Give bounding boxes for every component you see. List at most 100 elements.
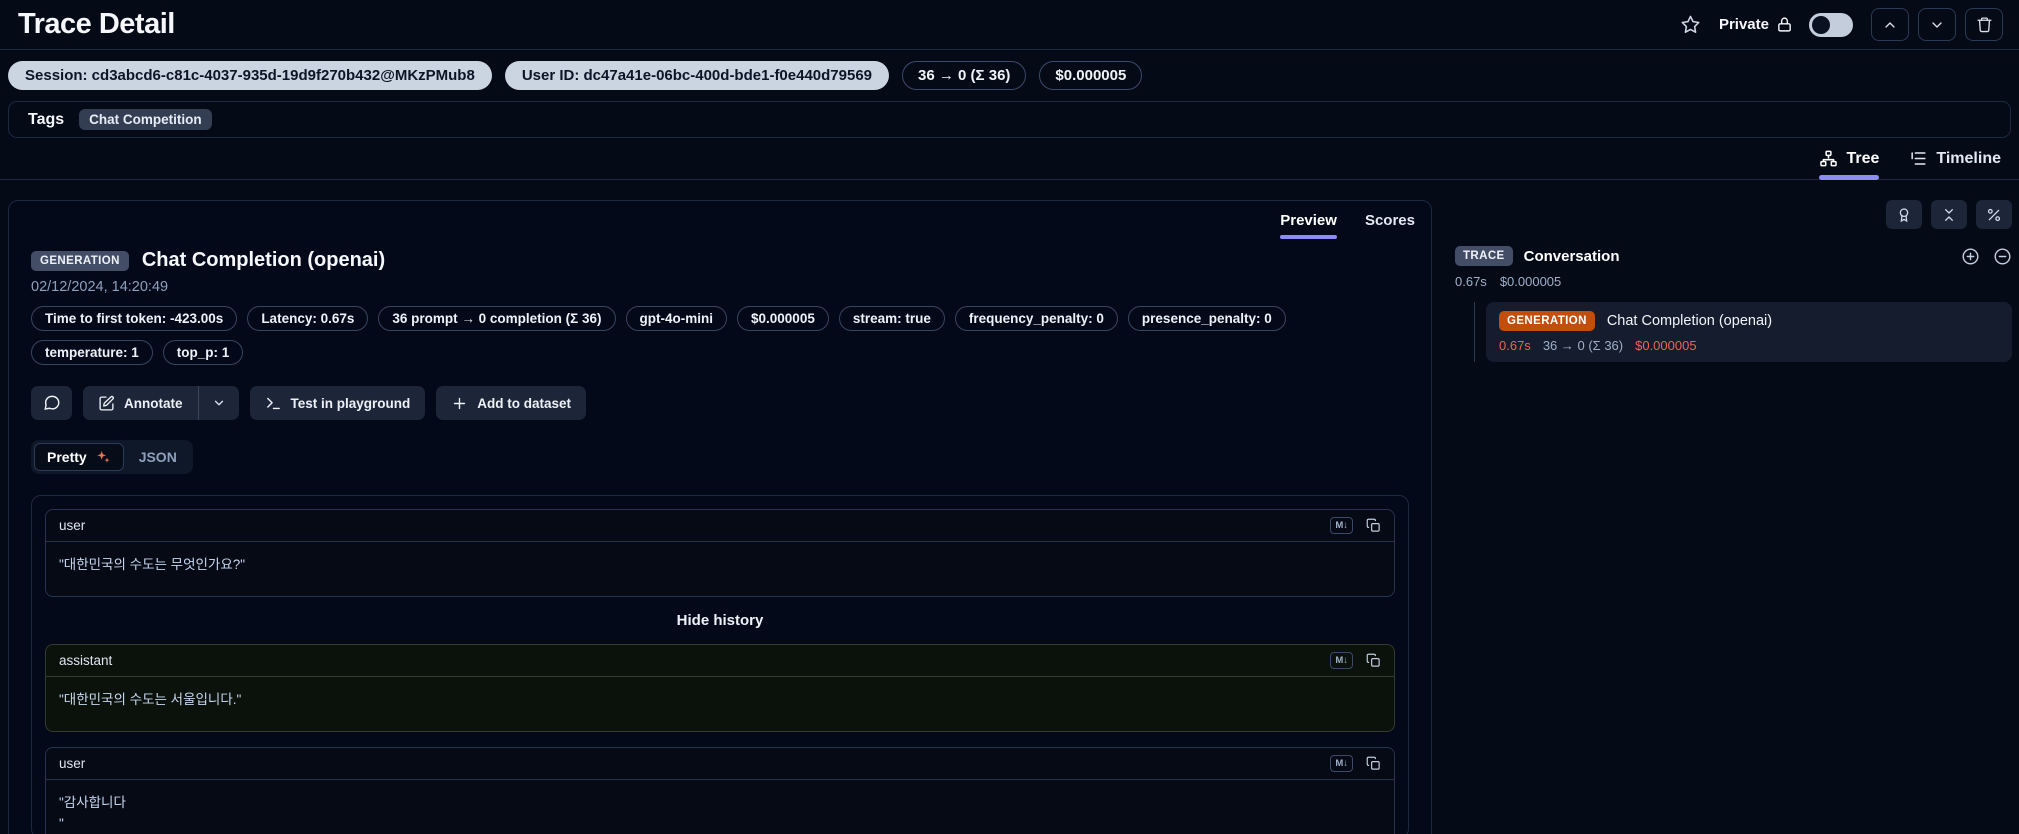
trace-title: Conversation bbox=[1523, 247, 1620, 265]
nav-button-group bbox=[1871, 8, 2003, 41]
privacy-label-group: Private bbox=[1719, 16, 1793, 33]
chevron-down-icon bbox=[1929, 17, 1945, 33]
observation-header: GENERATION Chat Completion (openai) 02/1… bbox=[9, 239, 1431, 365]
observation-panel: Preview Scores GENERATION Chat Completio… bbox=[8, 200, 1432, 834]
fold-vertical-icon bbox=[1941, 207, 1957, 223]
tree-children: GENERATION Chat Completion (openai) 0.67… bbox=[1455, 302, 2012, 362]
chevron-up-icon bbox=[1882, 17, 1898, 33]
tags-container: Tags Chat Competition bbox=[8, 101, 2011, 138]
annotate-dropdown-button[interactable] bbox=[199, 386, 239, 420]
expand-all-icon[interactable] bbox=[1961, 247, 1980, 266]
tree-item-title: Chat Completion (openai) bbox=[1606, 313, 1773, 329]
tab-timeline-label: Timeline bbox=[1936, 149, 2001, 167]
next-trace-button[interactable] bbox=[1918, 8, 1956, 41]
trace-root-row[interactable]: TRACE Conversation bbox=[1455, 246, 2012, 266]
show-scores-button[interactable] bbox=[1886, 200, 1922, 229]
copy-button[interactable] bbox=[1366, 653, 1381, 668]
tab-timeline[interactable]: Timeline bbox=[1909, 149, 2001, 179]
tab-tree-label: Tree bbox=[1846, 149, 1880, 167]
comments-button[interactable] bbox=[31, 386, 72, 420]
trace-cost: $0.000005 bbox=[1499, 274, 1562, 289]
percent-icon bbox=[1986, 207, 2002, 223]
comment-bubble-icon bbox=[43, 394, 61, 412]
trace-latency: 0.67s bbox=[1455, 274, 1487, 289]
copy-icon bbox=[1366, 653, 1381, 668]
public-sharing-toggle[interactable] bbox=[1809, 12, 1853, 37]
item-cost: $0.000005 bbox=[1635, 338, 1697, 353]
collapse-all-button[interactable] bbox=[1931, 200, 1967, 229]
messages-container: user M↓ "대한민국의 수도는 무엇인가요?" Hide history bbox=[31, 495, 1409, 834]
markdown-toggle-button[interactable]: M↓ bbox=[1330, 651, 1353, 669]
active-panel-tab-indicator bbox=[1280, 235, 1337, 239]
message-content: "감사합니다 " bbox=[59, 794, 126, 831]
tree-indent-rail bbox=[1474, 302, 1475, 362]
toggle-knob bbox=[1812, 15, 1830, 34]
tree-icon bbox=[1819, 149, 1838, 168]
add-to-dataset-label: Add to dataset bbox=[477, 395, 572, 411]
observation-actions: Annotate Test in playground Add to datas… bbox=[31, 386, 1409, 420]
metric-pill: top_p: 1 bbox=[162, 340, 244, 365]
markdown-toggle-button[interactable]: M↓ bbox=[1330, 517, 1353, 534]
format-toggle: Pretty JSON bbox=[31, 440, 193, 474]
message-content: "대한민국의 수도는 서울입니다." bbox=[59, 691, 242, 707]
tab-preview[interactable]: Preview bbox=[1280, 212, 1337, 239]
metric-pill: Latency: 0.67s bbox=[247, 306, 369, 331]
star-icon bbox=[1680, 14, 1701, 35]
annotate-split-button: Annotate bbox=[83, 386, 239, 420]
metric-pill: presence_penalty: 0 bbox=[1127, 306, 1286, 331]
terminal-icon bbox=[265, 395, 282, 412]
plus-icon bbox=[451, 395, 468, 412]
copy-button[interactable] bbox=[1366, 756, 1381, 771]
playground-label: Test in playground bbox=[290, 395, 411, 411]
sparkles-icon bbox=[95, 449, 111, 465]
copy-icon bbox=[1366, 756, 1381, 771]
show-metrics-button[interactable] bbox=[1976, 200, 2012, 229]
item-tokens: 36 → 0 (Σ 36) bbox=[1542, 338, 1624, 353]
bookmark-star-button[interactable] bbox=[1676, 10, 1705, 39]
annotate-button[interactable]: Annotate bbox=[83, 386, 198, 420]
lock-icon bbox=[1776, 16, 1793, 33]
panel-tabs: Preview Scores bbox=[9, 201, 1431, 239]
tree-item-generation[interactable]: GENERATION Chat Completion (openai) 0.67… bbox=[1486, 302, 2012, 362]
copy-button[interactable] bbox=[1366, 518, 1381, 533]
metric-pill: frequency_penalty: 0 bbox=[954, 306, 1118, 331]
format-pretty-label: Pretty bbox=[47, 449, 87, 465]
playground-button[interactable]: Test in playground bbox=[249, 386, 426, 420]
tag-chat-competition[interactable]: Chat Competition bbox=[79, 109, 212, 130]
privacy-label: Private bbox=[1718, 16, 1769, 33]
chevron-down-icon bbox=[212, 396, 226, 410]
trace-detail-page: Trace Detail Private Session: cd3abcd6-c… bbox=[0, 0, 2019, 834]
delete-trace-button[interactable] bbox=[1965, 8, 2003, 41]
previous-trace-button[interactable] bbox=[1871, 8, 1909, 41]
message-user-1: user M↓ "대한민국의 수도는 무엇인가요?" bbox=[45, 509, 1395, 597]
tab-scores[interactable]: Scores bbox=[1365, 212, 1415, 239]
tab-preview-label: Preview bbox=[1280, 212, 1337, 229]
message-role: assistant bbox=[59, 652, 113, 668]
tab-tree[interactable]: Tree bbox=[1819, 149, 1880, 180]
session-badge[interactable]: Session: cd3abcd6-c81c-4037-935d-19d9f27… bbox=[8, 61, 492, 90]
annotate-label: Annotate bbox=[124, 395, 183, 411]
markdown-toggle-button[interactable]: M↓ bbox=[1330, 754, 1353, 772]
trash-icon bbox=[1976, 16, 1993, 33]
observation-title: Chat Completion (openai) bbox=[141, 249, 386, 271]
tree-toolbar bbox=[1455, 200, 2012, 229]
format-json-button[interactable]: JSON bbox=[126, 443, 190, 471]
message-user-2: user M↓ "감사합니다 " bbox=[45, 746, 1395, 834]
user-id-badge[interactable]: User ID: dc47a41e-06bc-400d-bde1-f0e440d… bbox=[504, 61, 890, 90]
metric-pill: gpt-4o-mini bbox=[625, 306, 728, 331]
active-tab-indicator bbox=[1819, 175, 1880, 180]
cost-badge: $0.000005 bbox=[1039, 61, 1143, 90]
message-assistant: assistant M↓ "대한민국의 수도는 서울입니다." bbox=[45, 643, 1395, 732]
observation-timestamp: 02/12/2024, 14:20:49 bbox=[31, 279, 169, 295]
hide-history-button[interactable]: Hide history bbox=[45, 612, 1395, 629]
tab-scores-label: Scores bbox=[1364, 212, 1415, 229]
collapse-icon[interactable] bbox=[1993, 247, 2012, 266]
timeline-icon bbox=[1909, 149, 1928, 168]
observation-metrics: Time to first token: -423.00s Latency: 0… bbox=[31, 306, 1371, 365]
format-pretty-button[interactable]: Pretty bbox=[34, 443, 124, 471]
trace-tree-panel: TRACE Conversation 0.67s $0.000005 GENER… bbox=[1455, 200, 2012, 362]
message-role: user bbox=[59, 755, 86, 771]
add-to-dataset-button[interactable]: Add to dataset bbox=[436, 386, 587, 420]
metric-pill: temperature: 1 bbox=[31, 340, 153, 365]
view-tabs: Tree Timeline bbox=[0, 138, 2019, 180]
